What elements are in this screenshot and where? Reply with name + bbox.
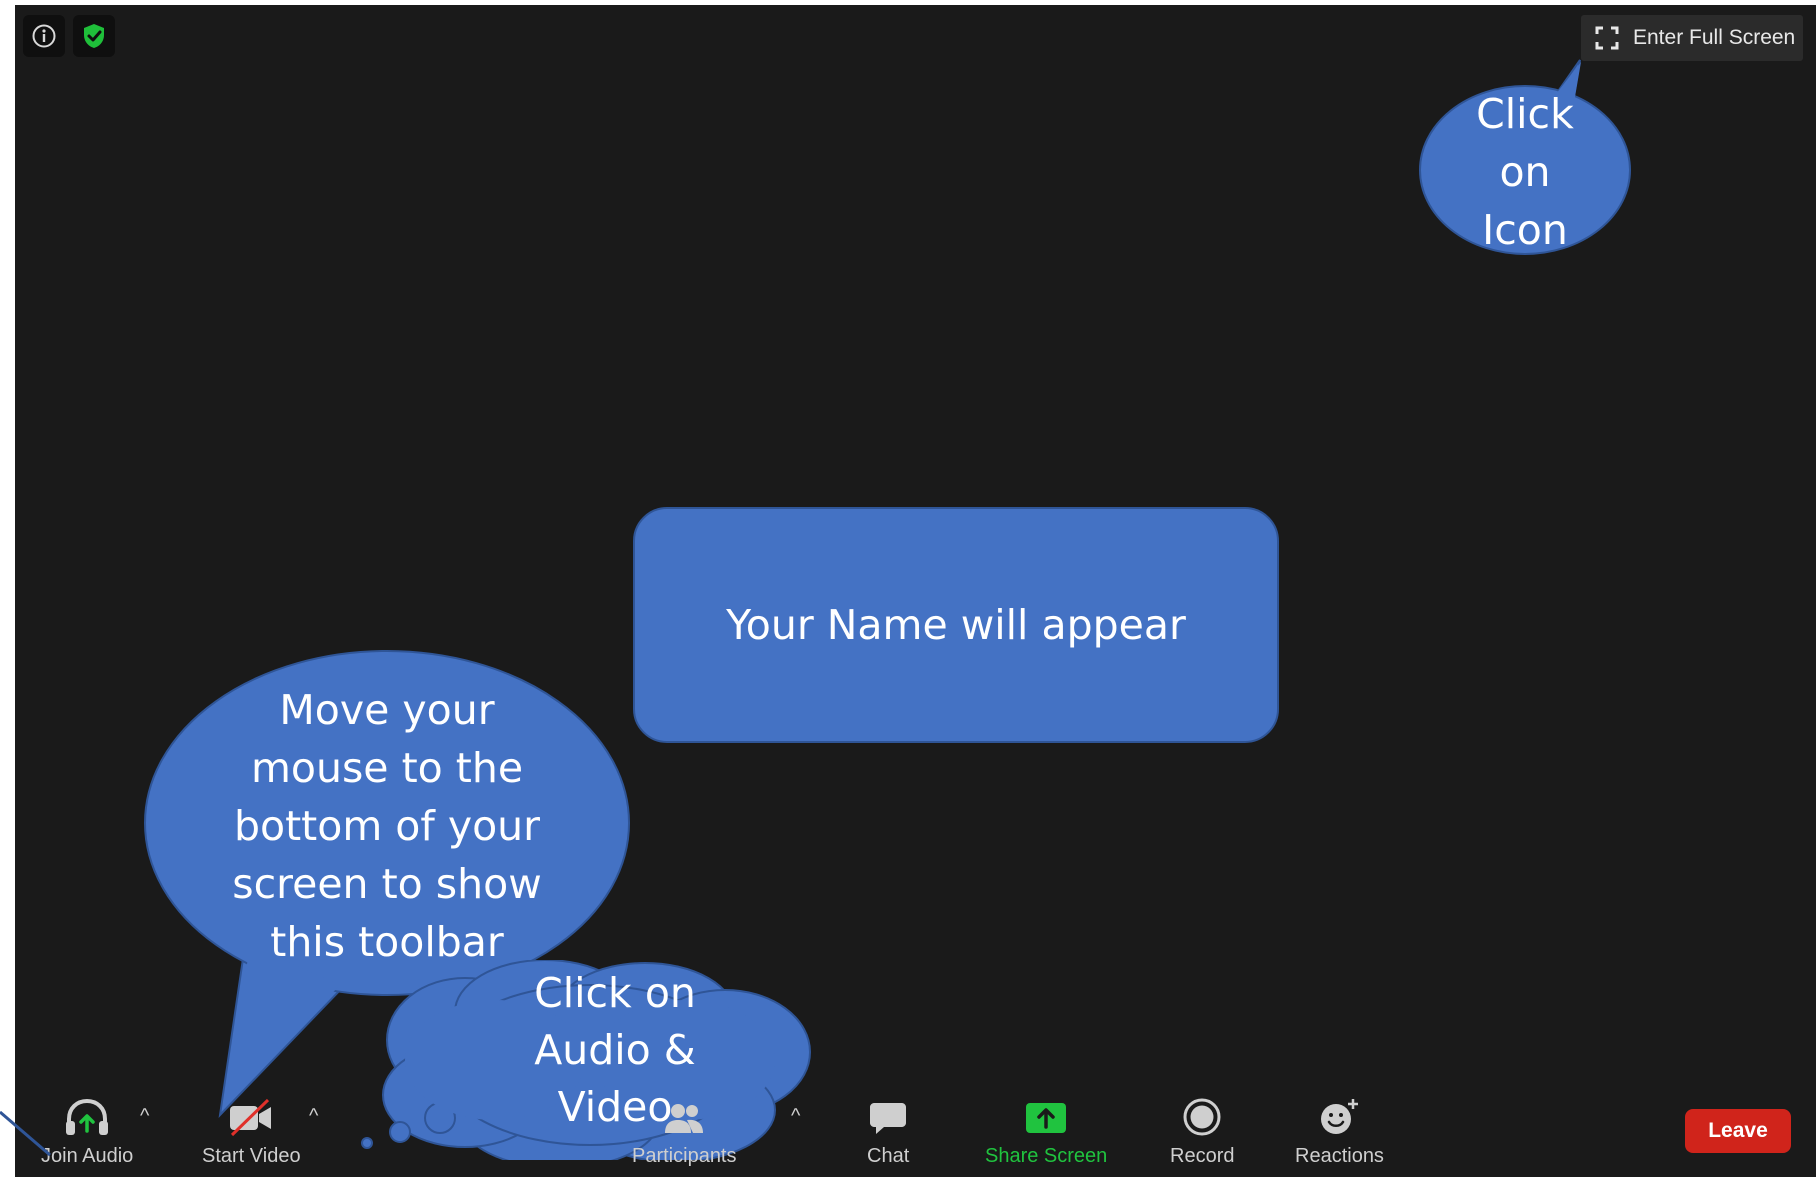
info-icon [32,24,56,48]
video-off-icon [228,1095,274,1139]
reactions-button[interactable]: Reactions [1295,1095,1384,1168]
chat-label: Chat [867,1145,910,1167]
chat-button[interactable]: Chat [867,1095,909,1168]
audio-options-caret[interactable]: ^ [140,1105,149,1128]
enter-full-screen-label: Enter Full Screen [1633,26,1796,49]
participants-button[interactable]: Participants [632,1095,737,1168]
start-video-label: Start Video [202,1145,301,1167]
headphones-icon [64,1095,110,1139]
participants-icon [661,1095,707,1139]
share-screen-label: Share Screen [985,1145,1108,1167]
share-screen-icon [1024,1095,1068,1139]
callout-line: on [1499,148,1551,196]
record-button[interactable]: Record [1170,1095,1234,1168]
reactions-label: Reactions [1295,1145,1384,1167]
callout-line: Click on [534,969,696,1017]
callout-line: mouse to the [250,744,524,792]
callout-line: Move your [279,686,495,734]
reactions-icon [1317,1095,1361,1139]
record-label: Record [1170,1145,1235,1167]
callout-line: screen to show [232,860,542,908]
meeting-toolbar: Join Audio ^ Start Video ^ Participants … [15,1085,1816,1177]
fullscreen-icon [1595,26,1619,50]
share-screen-button[interactable]: Share Screen [985,1095,1107,1168]
join-audio-pointer-line [0,1110,51,1157]
participants-options-caret[interactable]: ^ [791,1105,800,1128]
toolbar-callout: Move your mouse to the bottom of your sc… [205,681,569,971]
callout-line: Audio & [534,1026,696,1074]
start-video-button[interactable]: Start Video [202,1095,301,1168]
shield-check-icon [84,24,104,48]
participant-name-tile: Your Name will appear [633,507,1279,743]
security-status-button[interactable] [73,15,115,57]
record-icon [1182,1095,1222,1139]
participants-label: Participants [632,1145,737,1167]
chat-icon [868,1095,908,1139]
fullscreen-callout: Click on Icon [1425,85,1625,259]
name-placeholder-text: Your Name will appear [726,601,1186,649]
callout-line: bottom of your [233,802,541,850]
meeting-window: Enter Full Screen Click on Icon Your Nam… [15,5,1816,1177]
callout-line: Icon [1482,206,1568,254]
leave-meeting-button[interactable]: Leave [1685,1109,1791,1153]
meeting-info-button[interactable] [23,15,65,57]
callout-line: Click [1476,90,1574,138]
video-options-caret[interactable]: ^ [309,1105,318,1128]
